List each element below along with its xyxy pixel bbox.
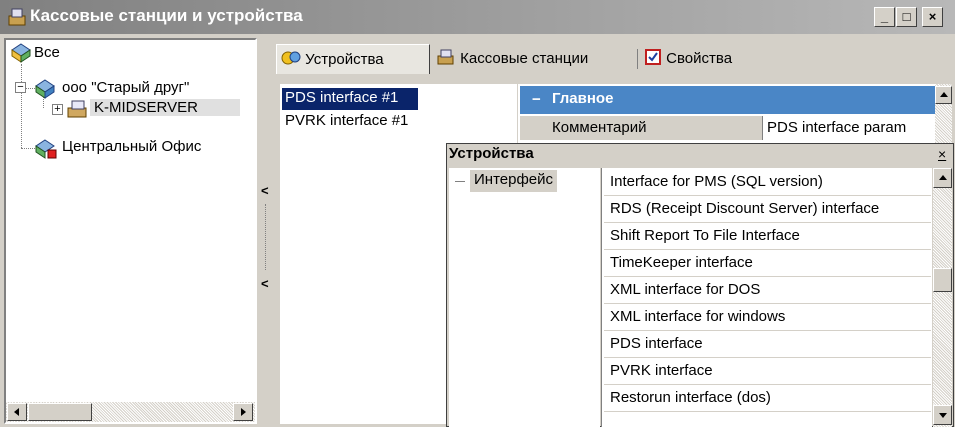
popup-vertical-scrollbar[interactable] (933, 168, 952, 427)
tab-cash-stations[interactable]: Кассовые станции (432, 44, 636, 74)
popup-list-item[interactable]: PVRK interface (604, 359, 931, 385)
popup-list-item[interactable]: Interface for PMS (SQL version) (604, 170, 931, 196)
tab-cash-stations-label: Кассовые станции (460, 50, 589, 67)
tree-expand-toggle[interactable]: + (52, 104, 63, 115)
tree-collapse-toggle[interactable]: − (15, 82, 26, 93)
popup-list-item[interactable]: Restorun interface (dos) (604, 386, 931, 412)
property-value-cell[interactable]: PDS interface param (762, 116, 936, 140)
close-button[interactable]: × (922, 7, 943, 27)
popup-category-interface[interactable]: Интерфейс (470, 170, 558, 192)
up-arrow-icon (940, 92, 948, 97)
popup-list-item[interactable]: XML interface for windows (604, 305, 931, 331)
properties-section-title: Главное (552, 90, 614, 107)
splitter-arrow-1[interactable]: < (261, 183, 269, 198)
properties-section-toggle[interactable]: − (532, 91, 541, 108)
up-arrow-icon (939, 175, 947, 180)
all-items-icon (11, 43, 31, 63)
category-tree-line (455, 181, 465, 182)
left-arrow-icon (14, 408, 19, 416)
splitter-arrow-2[interactable]: < (261, 276, 269, 291)
popup-list-item[interactable]: RDS (Receipt Discount Server) interface (604, 197, 931, 223)
tab-properties[interactable]: Свойства (640, 44, 780, 74)
tab-devices[interactable]: Устройства (276, 44, 430, 74)
property-value: PDS interface param (767, 119, 907, 136)
tree-scroll-thumb[interactable] (28, 403, 92, 421)
down-arrow-icon (939, 413, 947, 418)
tab-devices-label: Устройства (305, 51, 384, 68)
minimize-button[interactable]: _ (874, 7, 895, 27)
tree-item-organization[interactable]: ооо "Старый друг" (62, 79, 189, 96)
window-app-icon (8, 8, 26, 26)
right-arrow-icon (241, 408, 246, 416)
office-icon (35, 139, 57, 159)
properties-icon (645, 49, 661, 65)
maximize-button[interactable]: □ (896, 7, 917, 27)
devices-icon (281, 51, 301, 65)
tree-item-all[interactable]: Все (34, 44, 60, 61)
tree-guide-line (21, 148, 35, 149)
window-title: Кассовые станции и устройства (30, 6, 303, 25)
tree-item-office[interactable]: Центральный Офис (62, 138, 201, 155)
popup-scroll-thumb[interactable] (933, 268, 952, 292)
device-list-item-selected[interactable]: PDS interface #1 (281, 87, 419, 111)
server-icon (67, 100, 87, 118)
devices-popup-title: Устройства (449, 145, 534, 162)
splitter-grip (265, 204, 266, 270)
popup-list-item[interactable]: XML interface for DOS (604, 278, 931, 304)
property-name: Комментарий (552, 119, 647, 136)
cash-stations-icon (437, 49, 454, 65)
devices-popup-close-button[interactable]: × (938, 146, 946, 162)
tab-properties-label: Свойства (666, 50, 733, 67)
panel-splitter[interactable] (259, 38, 273, 424)
tree-guide-line (21, 64, 22, 148)
tree-item-server[interactable]: K-MIDSERVER (90, 99, 240, 116)
popup-list-item[interactable]: Shift Report To File Interface (604, 224, 931, 250)
tab-separator (637, 49, 638, 69)
popup-list-item[interactable]: PDS interface (604, 332, 931, 358)
device-list-item[interactable]: PVRK interface #1 (282, 112, 408, 129)
popup-list-item-partial[interactable] (604, 413, 931, 427)
popup-category-list (449, 168, 600, 427)
organization-icon (35, 79, 55, 99)
popup-list-item[interactable]: TimeKeeper interface (604, 251, 931, 277)
